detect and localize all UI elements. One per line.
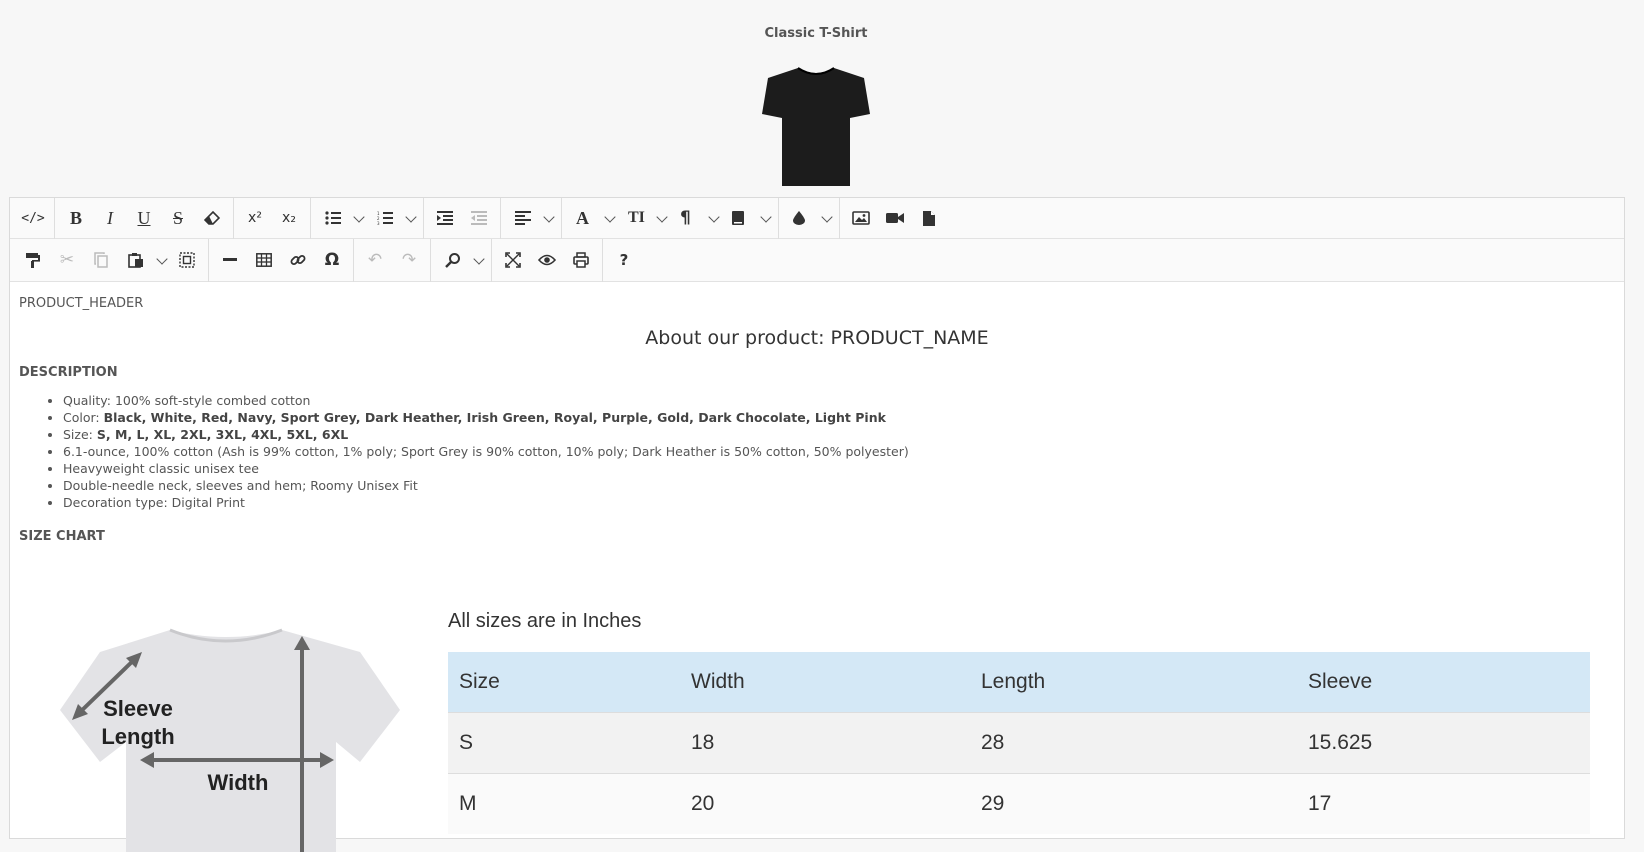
table-cell: S	[448, 712, 680, 774]
link-icon[interactable]	[281, 244, 315, 276]
horizontal-rule-icon[interactable]	[213, 244, 247, 276]
file-icon[interactable]	[912, 202, 946, 234]
help-icon[interactable]: ?	[607, 244, 641, 276]
sleeve-label-line-2: Length	[101, 724, 174, 749]
header-width: Width	[680, 652, 970, 713]
fullscreen-icon[interactable]	[496, 244, 530, 276]
table-cell: 20	[680, 773, 970, 834]
format-painter-icon[interactable]	[16, 244, 50, 276]
list-item: Color: Black, White, Red, Navy, Sport Gr…	[63, 409, 1615, 426]
unordered-list-icon[interactable]	[315, 202, 367, 234]
table-row: S 18 28 15.625	[448, 712, 1590, 774]
redo-icon[interactable]: ↷	[392, 244, 426, 276]
undo-icon[interactable]: ↶	[358, 244, 392, 276]
paste-icon[interactable]	[118, 244, 170, 276]
font-size-icon[interactable]: TI	[618, 202, 670, 234]
header-sleeve: Sleeve	[1297, 652, 1590, 713]
color-values: Black, White, Red, Navy, Sport Grey, Dar…	[103, 410, 886, 425]
size-note: All sizes are in Inches	[448, 610, 642, 632]
video-icon[interactable]	[878, 202, 912, 234]
header-size: Size	[448, 652, 680, 713]
underline-button[interactable]: U	[127, 202, 161, 234]
header-length: Length	[970, 652, 1297, 713]
align-icon[interactable]	[505, 202, 557, 234]
code-view-icon[interactable]: </>	[16, 202, 50, 234]
size-values: S, M, L, XL, 2XL, 3XL, 4XL, 5XL, 6XL	[96, 427, 349, 442]
table-icon[interactable]	[247, 244, 281, 276]
italic-button[interactable]: I	[93, 202, 127, 234]
find-replace-icon[interactable]	[435, 244, 487, 276]
image-icon[interactable]	[844, 202, 878, 234]
bold-button[interactable]: B	[59, 202, 93, 234]
product-header-placeholder: PRODUCT_HEADER	[19, 296, 144, 311]
paragraph-icon[interactable]: ¶	[670, 202, 722, 234]
special-character-icon[interactable]: Ω	[315, 244, 349, 276]
list-item: Size: S, M, L, XL, 2XL, 3XL, 4XL, 5XL, 6…	[63, 426, 1615, 443]
description-list: Quality: 100% soft-style combed cotton C…	[19, 392, 1615, 511]
sleeve-label-line-1: Sleeve	[103, 696, 173, 721]
list-item: Heavyweight classic unisex tee	[63, 460, 1615, 477]
about-heading: About our product: PRODUCT_NAME	[645, 327, 989, 349]
table-cell: 18	[680, 712, 970, 774]
table-cell: 29	[970, 773, 1297, 834]
rich-text-editor: </> B I U S x² x₂ 123 A TI ¶ ✂ Ω ↶ ↷ ? P…	[9, 197, 1625, 852]
table-cell: 15.625	[1297, 712, 1590, 774]
color-drop-icon[interactable]	[783, 202, 835, 234]
cut-icon[interactable]: ✂	[50, 244, 84, 276]
print-icon[interactable]	[564, 244, 598, 276]
indent-icon[interactable]	[428, 202, 462, 234]
table-header-row: Size Width Length Sleeve	[448, 652, 1590, 713]
list-item: Double-needle neck, sleeves and hem; Roo…	[63, 477, 1615, 494]
preview-eye-icon[interactable]	[530, 244, 564, 276]
table-cell: 17	[1297, 773, 1590, 834]
size-chart-heading: SIZE CHART	[19, 529, 105, 544]
size-table: Size Width Length Sleeve S 18 28 15.625 …	[448, 652, 1590, 834]
table-row: M 20 29 17	[448, 773, 1590, 834]
toolbar-row-2: ✂ Ω ↶ ↷ ?	[10, 238, 1624, 282]
subscript-button[interactable]: x₂	[272, 202, 306, 234]
copy-icon[interactable]	[84, 244, 118, 276]
description-heading: DESCRIPTION	[19, 365, 118, 380]
list-item: Quality: 100% soft-style combed cotton	[63, 392, 1615, 409]
font-family-icon[interactable]: A	[566, 202, 618, 234]
size-chart-image: Sleeve Length Width All sizes are in Inc…	[10, 570, 1624, 852]
width-label: Width	[208, 770, 269, 795]
product-title: Classic T-Shirt	[764, 26, 868, 41]
shirt-measurement-diagram: Sleeve Length Width	[60, 628, 400, 852]
outdent-icon[interactable]	[462, 202, 496, 234]
list-item: Decoration type: Digital Print	[63, 494, 1615, 511]
select-all-icon[interactable]	[170, 244, 204, 276]
strikethrough-button[interactable]: S	[161, 202, 195, 234]
svg-text:3: 3	[377, 221, 380, 225]
ordered-list-icon[interactable]: 123	[367, 202, 419, 234]
toolbar-row-1: </> B I U S x² x₂ 123 A TI ¶	[10, 197, 1624, 239]
superscript-button[interactable]: x²	[238, 202, 272, 234]
table-cell: M	[448, 773, 680, 834]
table-cell: 28	[970, 712, 1297, 774]
eraser-icon[interactable]	[195, 202, 229, 234]
block-style-icon[interactable]	[722, 202, 774, 234]
list-item: 6.1-ounce, 100% cotton (Ash is 99% cotto…	[63, 443, 1615, 460]
editor-content[interactable]: PRODUCT_HEADER About our product: PRODUC…	[10, 282, 1624, 852]
tshirt-thumbnail	[762, 67, 870, 186]
